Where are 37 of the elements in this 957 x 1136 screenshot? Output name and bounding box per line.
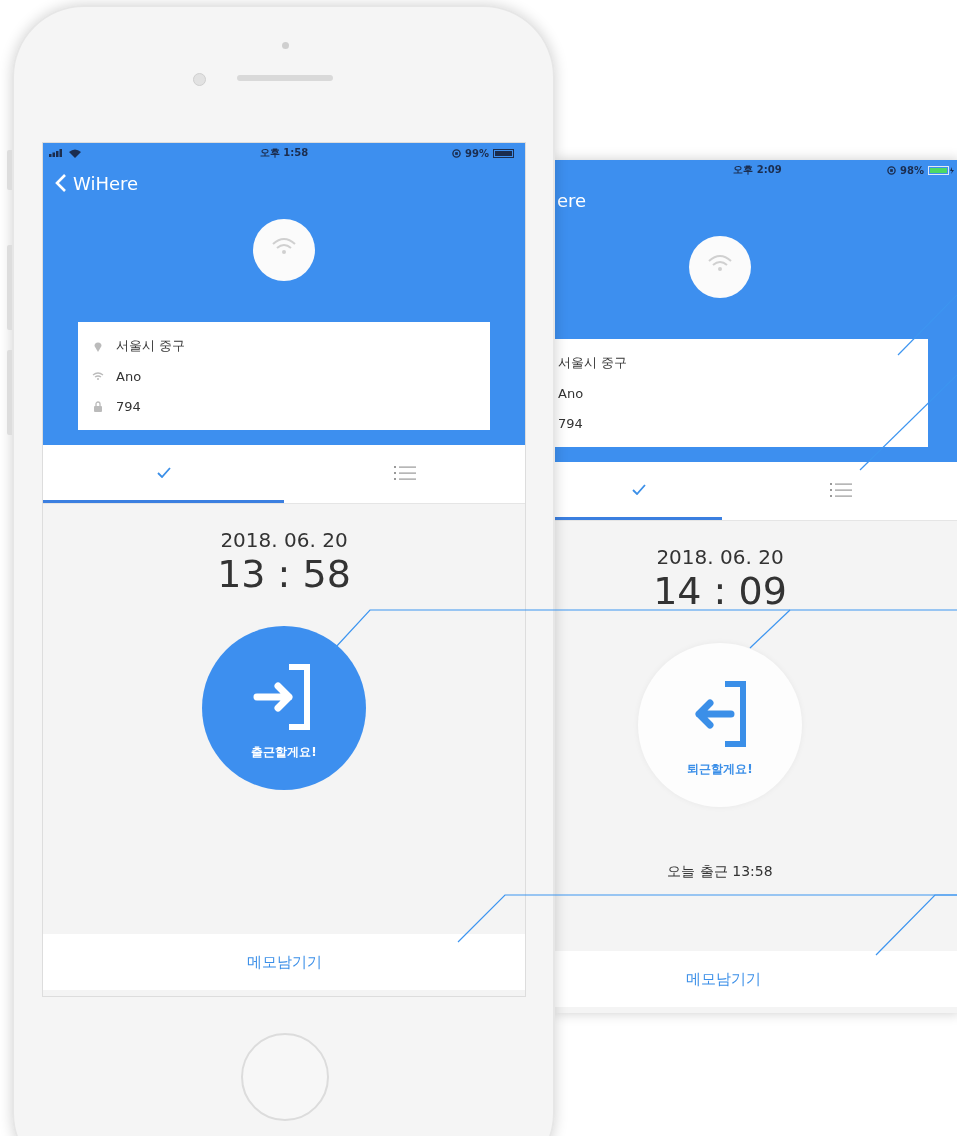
- camera-icon: [193, 73, 206, 86]
- check-in-note: 오늘 출근 13:58: [667, 863, 773, 881]
- info-text: 794: [558, 415, 583, 431]
- list-icon: [393, 464, 416, 481]
- check-icon: [631, 484, 646, 495]
- leave-memo-button[interactable]: 메모남기기: [43, 934, 525, 990]
- info-text: 서울시 중구: [116, 337, 186, 355]
- date-text: 2018. 06. 20: [220, 528, 348, 552]
- info-text: 서울시 중구: [558, 354, 628, 372]
- back-chevron-icon[interactable]: [55, 173, 67, 193]
- location-pin-icon: [92, 340, 104, 352]
- info-text: 794: [116, 398, 141, 414]
- list-icon: [830, 481, 852, 498]
- leave-memo-button[interactable]: 메모남기기: [555, 951, 957, 1007]
- status-time: 오후 2:09: [733, 163, 782, 177]
- battery-percent: 98%: [900, 164, 924, 176]
- check-in-button[interactable]: 출근할게요!: [202, 626, 366, 790]
- clock-time: 14 : 09: [653, 569, 787, 613]
- lock-rotation-icon: [452, 148, 462, 158]
- signal-icon: [49, 149, 63, 157]
- date-text: 2018. 06. 20: [656, 545, 784, 569]
- back-title[interactable]: WiHere: [73, 172, 139, 194]
- lock-icon: [92, 400, 104, 412]
- battery-percent: 99%: [465, 147, 489, 159]
- wifi-logo-icon: [253, 219, 315, 281]
- wifi-icon: [92, 372, 104, 380]
- back-title[interactable]: ere: [557, 189, 587, 211]
- wifi-icon: [69, 148, 81, 158]
- status-time: 오후 1:58: [259, 146, 309, 160]
- sensor-dot: [282, 42, 289, 49]
- lock-rotation-icon: [887, 165, 897, 175]
- info-text: Ano: [558, 385, 584, 401]
- wifi-logo-icon: [689, 236, 751, 298]
- info-text: Ano: [116, 368, 142, 384]
- clock-time: 13 : 58: [217, 552, 351, 596]
- check-out-button[interactable]: 퇴근할게요!: [638, 643, 802, 807]
- check-icon: [156, 467, 171, 478]
